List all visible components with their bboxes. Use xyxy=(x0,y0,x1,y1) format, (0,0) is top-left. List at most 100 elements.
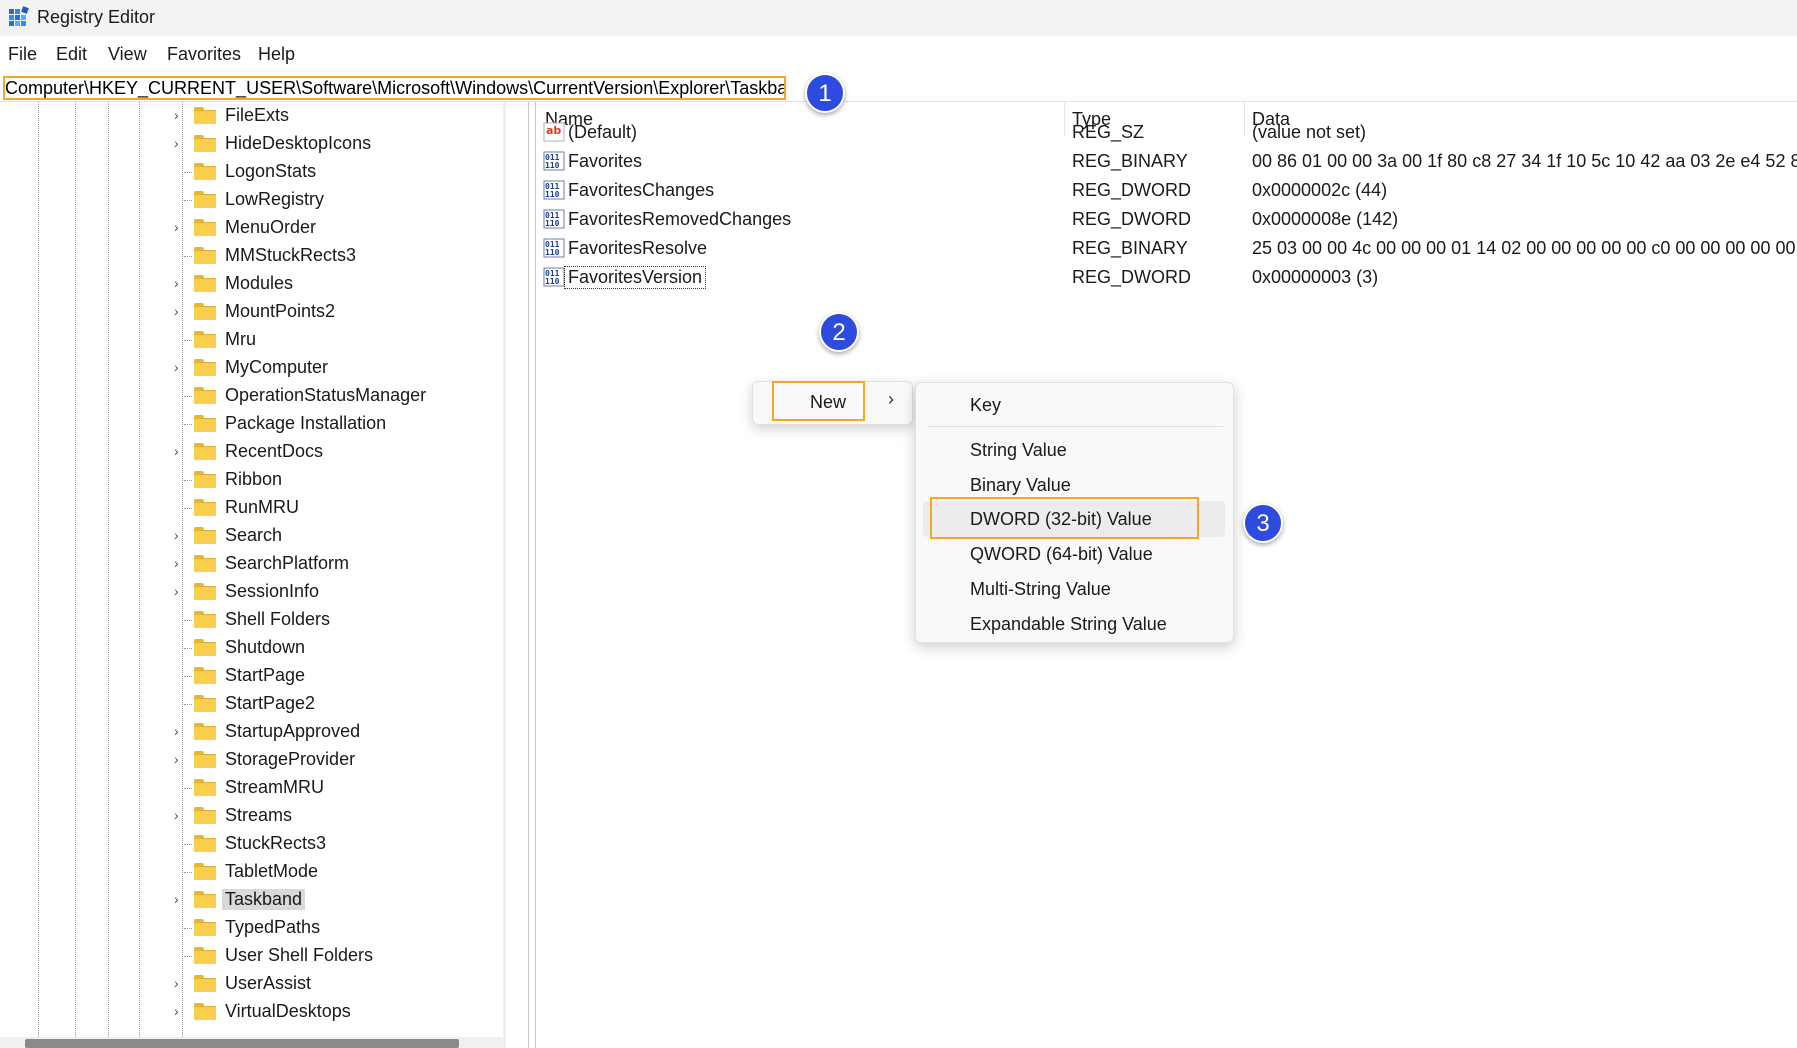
value-row[interactable]: 011 110 FavoritesChanges REG_DWORD 0x0000002… xyxy=(537,176,1797,205)
tree-item[interactable]: StartPage xyxy=(0,662,500,690)
tree-item[interactable]: › SearchPlatform xyxy=(0,550,500,578)
tree-item[interactable]: › FileExts xyxy=(0,102,500,130)
folder-icon xyxy=(194,415,216,432)
binary-value-icon: 011110 xyxy=(543,238,565,258)
chevron-right-icon[interactable]: › xyxy=(174,891,190,907)
key-tree-pane: › FileExts › HideDesktopIcons LogonStats LowR… xyxy=(0,102,506,1048)
context-menu-new-item[interactable]: New xyxy=(772,381,865,421)
value-name: Favorites xyxy=(568,151,643,171)
tree-connector xyxy=(184,172,192,173)
tree-item-label: StartPage2 xyxy=(225,693,316,713)
tree-item-label: Search xyxy=(225,525,283,545)
address-input[interactable]: Computer\HKEY_CURRENT_USER\Software\Micr… xyxy=(3,76,786,100)
submenu-binary-value[interactable]: Binary Value xyxy=(970,475,1071,496)
tree-item[interactable]: Shutdown xyxy=(0,634,500,662)
regedit-icon xyxy=(9,6,29,26)
tree-vertical-scrollbar[interactable] xyxy=(503,102,506,1037)
menu-edit[interactable]: Edit xyxy=(56,44,87,65)
submenu-dword-value[interactable]: DWORD (32-bit) Value xyxy=(970,509,1152,530)
submenu-expandable-string-value[interactable]: Expandable String Value xyxy=(970,614,1167,635)
value-row[interactable]: ab (Default) REG_SZ (value not set) xyxy=(537,118,1797,147)
tree-item[interactable]: Mru xyxy=(0,326,500,354)
tree-item[interactable]: StreamMRU xyxy=(0,774,500,802)
tree-item[interactable]: › Taskband xyxy=(0,886,500,914)
folder-icon xyxy=(194,135,216,152)
chevron-right-icon[interactable]: › xyxy=(174,303,190,319)
tree-item[interactable]: Ribbon xyxy=(0,466,500,494)
value-row[interactable]: 011 110 FavoritesResolve REG_BINARY 25 03 00… xyxy=(537,234,1797,263)
tree-item[interactable]: MMStuckRects3 xyxy=(0,242,500,270)
menu-help[interactable]: Help xyxy=(258,44,295,65)
value-row[interactable]: 011 110 Favorites REG_BINARY 00 86 01 00 00 … xyxy=(537,147,1797,176)
tree-horizontal-scroll-thumb[interactable] xyxy=(25,1039,459,1048)
tree-item[interactable]: StartPage2 xyxy=(0,690,500,718)
chevron-right-icon[interactable]: › xyxy=(174,975,190,991)
tree-item[interactable]: › VirtualDesktops xyxy=(0,998,500,1026)
tree-item[interactable]: LowRegistry xyxy=(0,186,500,214)
folder-icon xyxy=(194,443,216,460)
tree-item-label: LowRegistry xyxy=(225,189,325,209)
binary-value-icon: 011110 xyxy=(543,267,565,287)
submenu-string-value[interactable]: String Value xyxy=(970,440,1067,461)
tree-item[interactable]: RunMRU xyxy=(0,494,500,522)
tree-item[interactable]: › SessionInfo xyxy=(0,578,500,606)
tree-item-label: OperationStatusManager xyxy=(225,385,427,405)
tree-item[interactable]: › MyComputer xyxy=(0,354,500,382)
binary-value-icon: 011110 xyxy=(543,151,565,171)
tree-connector xyxy=(184,648,192,649)
svg-text:ab: ab xyxy=(546,124,561,137)
chevron-right-icon[interactable]: › xyxy=(174,275,190,291)
chevron-right-icon[interactable]: › xyxy=(174,807,190,823)
chevron-right-icon[interactable]: › xyxy=(174,527,190,543)
tree-item[interactable]: › UserAssist xyxy=(0,970,500,998)
tree-item[interactable]: Shell Folders xyxy=(0,606,500,634)
title-bar: Registry Editor xyxy=(0,0,1797,36)
chevron-right-icon[interactable]: › xyxy=(174,219,190,235)
svg-text:110: 110 xyxy=(545,248,560,257)
chevron-right-icon[interactable]: › xyxy=(174,135,190,151)
value-row[interactable]: 011 110 FavoritesVersion REG_DWORD 0x0000000… xyxy=(537,263,1797,292)
tree-item-label: UserAssist xyxy=(225,973,312,993)
tree-item[interactable]: TabletMode xyxy=(0,858,500,886)
chevron-right-icon[interactable]: › xyxy=(174,443,190,459)
tree-item-label: RecentDocs xyxy=(225,441,324,461)
value-row[interactable]: 011 110 FavoritesRemovedChanges REG_DWORD 0x… xyxy=(537,205,1797,234)
menu-view[interactable]: View xyxy=(108,44,147,65)
tree-item[interactable]: › Search xyxy=(0,522,500,550)
chevron-right-icon[interactable]: › xyxy=(174,751,190,767)
tree-item-label: Taskband xyxy=(222,889,306,910)
tree-item[interactable]: Package Installation xyxy=(0,410,500,438)
tree-connector xyxy=(184,676,192,677)
chevron-right-icon[interactable]: › xyxy=(174,359,190,375)
tree-connector xyxy=(184,788,192,789)
tree-item[interactable]: User Shell Folders xyxy=(0,942,500,970)
value-name: FavoritesResolve xyxy=(568,238,708,258)
submenu-multi-string-value[interactable]: Multi-String Value xyxy=(970,579,1111,600)
submenu-separator xyxy=(927,426,1223,427)
tree-item[interactable]: LogonStats xyxy=(0,158,500,186)
tree-item[interactable]: › HideDesktopIcons xyxy=(0,130,500,158)
submenu-key[interactable]: Key xyxy=(970,395,1001,416)
menu-file[interactable]: File xyxy=(8,44,37,65)
tree-item[interactable]: › StartupApproved xyxy=(0,718,500,746)
chevron-right-icon[interactable]: › xyxy=(174,555,190,571)
tree-item[interactable]: OperationStatusManager xyxy=(0,382,500,410)
tree-item[interactable]: › MenuOrder xyxy=(0,214,500,242)
menu-favorites[interactable]: Favorites xyxy=(167,44,241,65)
chevron-right-icon[interactable]: › xyxy=(174,583,190,599)
folder-icon xyxy=(194,835,216,852)
binary-value-icon: 011110 xyxy=(543,180,565,200)
chevron-right-icon[interactable]: › xyxy=(174,1003,190,1019)
chevron-right-icon[interactable]: › xyxy=(174,723,190,739)
submenu-qword-value[interactable]: QWORD (64-bit) Value xyxy=(970,544,1153,565)
tree-item[interactable]: › MountPoints2 xyxy=(0,298,500,326)
pane-splitter[interactable] xyxy=(528,102,536,1048)
tree-item[interactable]: StuckRects3 xyxy=(0,830,500,858)
folder-icon xyxy=(194,919,216,936)
tree-item[interactable]: › RecentDocs xyxy=(0,438,500,466)
chevron-right-icon[interactable]: › xyxy=(174,107,190,123)
tree-item[interactable]: › StorageProvider xyxy=(0,746,500,774)
tree-item[interactable]: TypedPaths xyxy=(0,914,500,942)
tree-item[interactable]: › Modules xyxy=(0,270,500,298)
tree-item[interactable]: › Streams xyxy=(0,802,500,830)
